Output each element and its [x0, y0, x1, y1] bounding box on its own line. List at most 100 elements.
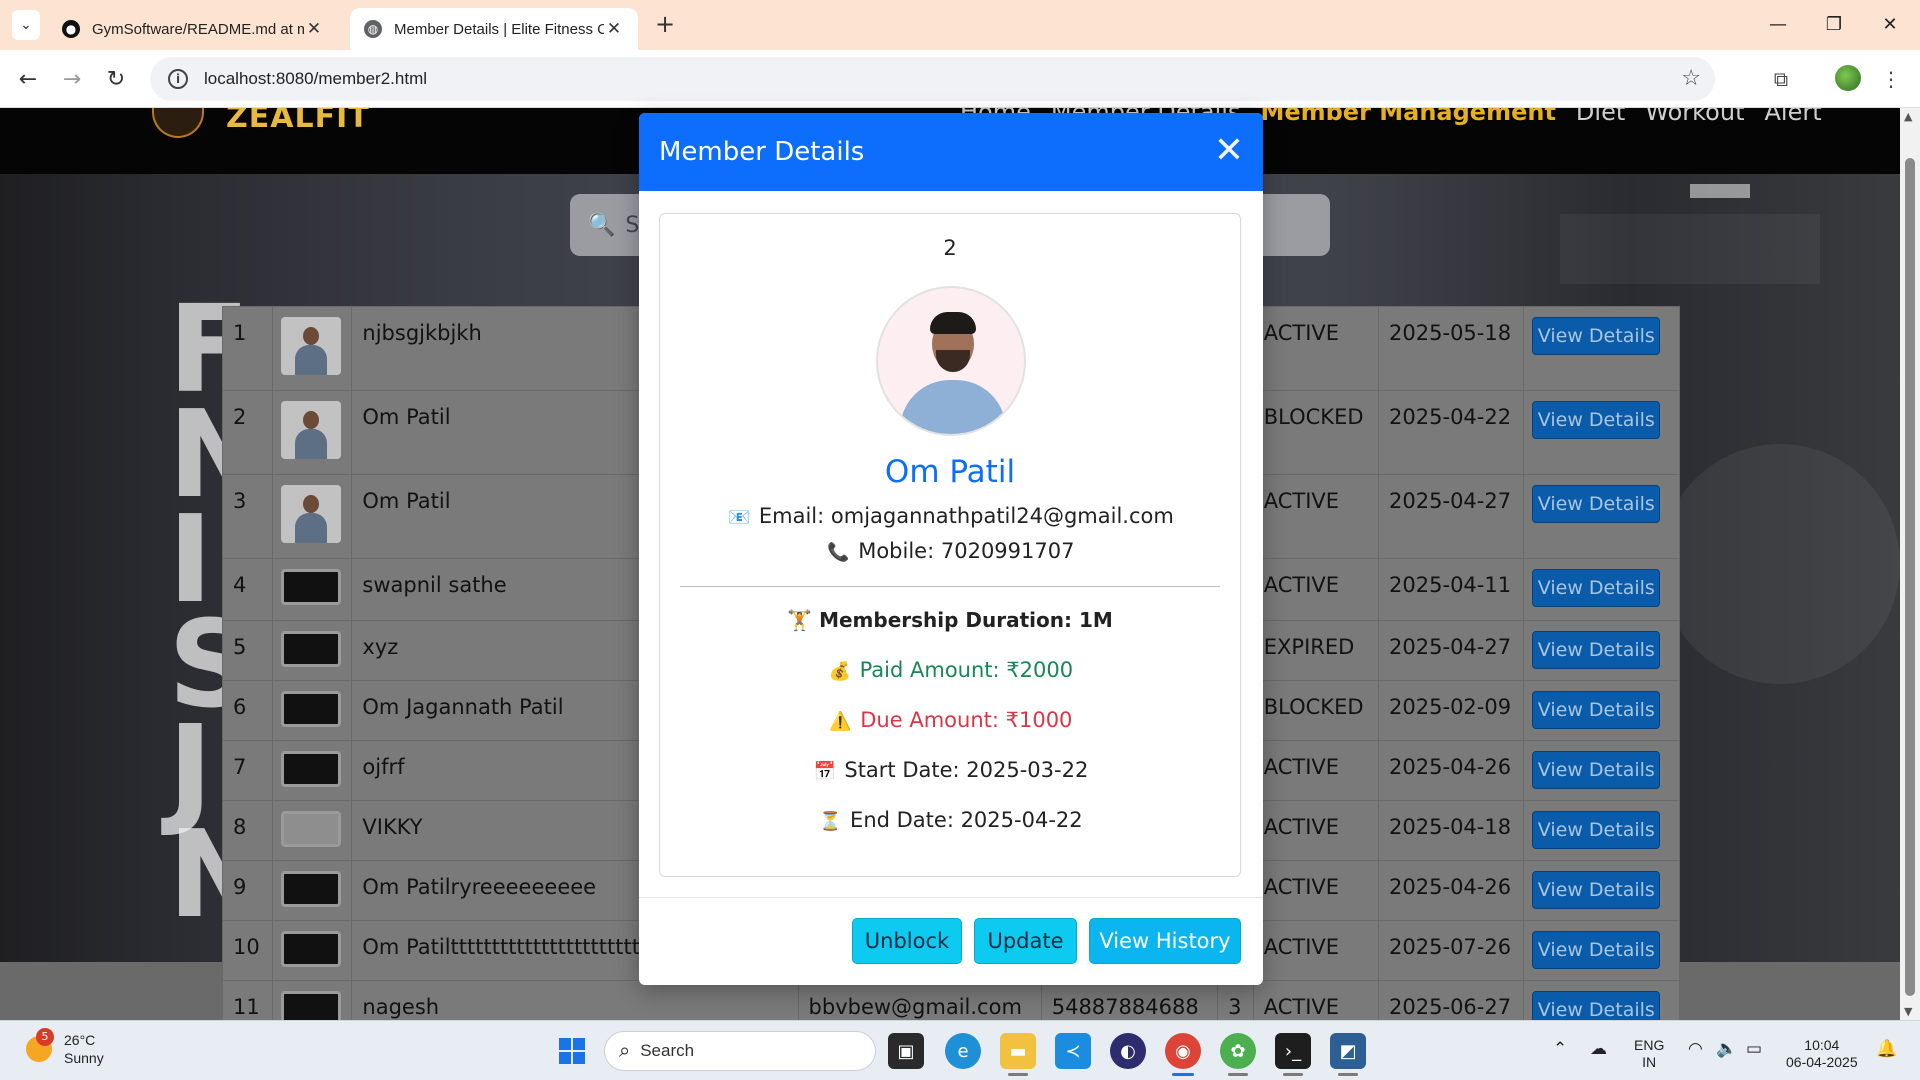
new-tab-button[interactable]: +: [650, 10, 680, 40]
view-details-button[interactable]: View Details: [1532, 871, 1661, 909]
date-cell: 2025-04-26: [1378, 860, 1525, 921]
nav-member-management[interactable]: Member Management: [1260, 108, 1555, 126]
member-thumbnail: [280, 931, 341, 967]
battery-icon[interactable]: ▭: [1746, 1039, 1762, 1059]
windows-start-icon[interactable]: [554, 1033, 590, 1069]
temperature: 26°C: [64, 1032, 96, 1048]
clock[interactable]: 10:04 06-04-2025: [1786, 1037, 1858, 1071]
mobile-text: Mobile: 7020991707: [858, 539, 1075, 563]
extensions-puzzle-icon[interactable]: ⧉: [1766, 64, 1796, 94]
scroll-up-arrow-icon[interactable]: ▲: [1904, 110, 1912, 123]
scrollbar-thumb[interactable]: [1905, 158, 1915, 996]
view-details-button[interactable]: View Details: [1532, 401, 1661, 439]
row-number: 2: [222, 390, 273, 475]
member-thumbnail: [280, 811, 341, 847]
view-details-button[interactable]: View Details: [1532, 811, 1661, 849]
tab-close-icon[interactable]: ✕: [304, 19, 324, 39]
running-indicator: [1228, 1073, 1248, 1076]
eclipse-icon[interactable]: ◐: [1110, 1033, 1146, 1069]
volume-icon[interactable]: 🔈: [1716, 1039, 1737, 1059]
status-cell: ACTIVE: [1252, 558, 1380, 621]
notification-bell-icon[interactable]: 🔔: [1876, 1039, 1897, 1059]
action-cell: View Details: [1523, 800, 1680, 861]
onedrive-icon[interactable]: ☁: [1590, 1039, 1607, 1059]
date-cell: 2025-04-27: [1378, 474, 1525, 559]
page-scrollbar[interactable]: ▲ ▼: [1900, 108, 1920, 1020]
status-cell: BLOCKED: [1252, 680, 1380, 741]
view-details-button[interactable]: View Details: [1532, 317, 1661, 355]
photo-cell: [271, 860, 353, 921]
bookmark-star-icon[interactable]: ☆: [1681, 66, 1701, 91]
nav-alert[interactable]: Alert: [1764, 108, 1821, 126]
edge-browser-icon[interactable]: e: [945, 1033, 981, 1069]
restore-button[interactable]: ❐: [1806, 0, 1862, 48]
chevron-up-icon[interactable]: ⌃: [1553, 1039, 1567, 1059]
view-details-button[interactable]: View Details: [1532, 485, 1661, 523]
forward-arrow-icon[interactable]: →: [56, 63, 88, 95]
action-cell: View Details: [1523, 558, 1680, 621]
profile-avatar[interactable]: [1835, 65, 1861, 91]
search-icon: ⌕: [619, 1039, 631, 1062]
end-text: End Date: 2025-04-22: [850, 808, 1083, 832]
view-details-button[interactable]: View Details: [1532, 691, 1661, 729]
taskbar-search[interactable]: ⌕ Search: [604, 1031, 876, 1071]
phone-icon: 📞: [827, 542, 850, 563]
tab-github-readme[interactable]: ● GymSoftware/README.md at m ✕: [48, 8, 338, 50]
weather-widget[interactable]: 5 26°C Sunny: [26, 1028, 104, 1067]
minimize-button[interactable]: —: [1750, 0, 1806, 48]
nav-diet[interactable]: Diet: [1576, 108, 1625, 126]
row-number: 6: [222, 680, 273, 741]
view-details-button[interactable]: View Details: [1532, 569, 1661, 607]
status-cell: EXPIRED: [1252, 620, 1380, 681]
photo-cell: [271, 800, 353, 861]
task-view-icon[interactable]: ▣: [888, 1033, 924, 1069]
member-photo: [876, 286, 1026, 436]
weather-condition: Sunny: [64, 1050, 104, 1066]
language-indicator[interactable]: ENG IN: [1634, 1037, 1664, 1071]
sun-icon: 5: [26, 1028, 54, 1062]
browser-toolbar: ← → ↻ i localhost:8080/member2.html ☆ ⧉ …: [0, 50, 1920, 108]
chrome-icon[interactable]: ◉: [1165, 1033, 1201, 1069]
action-cell: View Details: [1523, 740, 1680, 801]
view-details-button[interactable]: View Details: [1532, 931, 1661, 969]
status-cell: ACTIVE: [1252, 740, 1380, 801]
more-menu-icon[interactable]: ⋮: [1876, 64, 1906, 94]
chevron-down-icon: ⌄: [20, 17, 32, 33]
update-button[interactable]: Update: [974, 918, 1077, 964]
database-app-icon[interactable]: ◩: [1330, 1033, 1366, 1069]
nav-workout[interactable]: Workout: [1645, 108, 1744, 126]
close-icon[interactable]: ✕: [1211, 133, 1247, 169]
tab-search-button[interactable]: ⌄: [12, 10, 40, 40]
vscode-icon[interactable]: ≺: [1055, 1033, 1091, 1069]
photo-cell: [271, 474, 353, 559]
scroll-down-arrow-icon[interactable]: ▼: [1904, 1005, 1912, 1018]
unblock-button[interactable]: Unblock: [852, 918, 962, 964]
member-details-modal: Member Details ✕ 2 Om Patil 📧 Email: omj…: [639, 113, 1263, 985]
back-arrow-icon[interactable]: ←: [12, 63, 44, 95]
modal-title: Member Details: [659, 137, 865, 167]
green-app-icon[interactable]: ✿: [1220, 1033, 1256, 1069]
status-cell: ACTIVE: [1252, 474, 1380, 559]
terminal-icon[interactable]: ›_: [1275, 1033, 1311, 1069]
active-indicator: [1172, 1073, 1194, 1076]
file-explorer-icon[interactable]: ▬: [1000, 1033, 1036, 1069]
wifi-icon[interactable]: ◠: [1688, 1039, 1703, 1059]
window-close-button[interactable]: ✕: [1862, 0, 1918, 48]
view-details-button[interactable]: View Details: [1532, 991, 1661, 1020]
member-thumbnail: [280, 401, 341, 459]
money-bag-icon: 💰: [828, 661, 852, 682]
address-bar[interactable]: i localhost:8080/member2.html ☆: [150, 57, 1715, 101]
site-logo[interactable]: ZEALFIT: [226, 108, 370, 135]
view-details-button[interactable]: View Details: [1532, 631, 1661, 669]
reload-icon[interactable]: ↻: [100, 63, 132, 95]
running-indicator: [1008, 1073, 1028, 1076]
photo-cell: [271, 740, 353, 801]
action-cell: View Details: [1523, 474, 1680, 559]
view-details-button[interactable]: View Details: [1532, 751, 1661, 789]
member-thumbnail: [280, 485, 341, 543]
tab-member-details[interactable]: ◍ Member Details | Elite Fitness C ✕: [350, 8, 638, 50]
site-info-icon[interactable]: i: [168, 69, 188, 89]
view-history-button[interactable]: View History: [1089, 918, 1241, 964]
tab-close-icon[interactable]: ✕: [604, 19, 624, 39]
member-thumbnail: [280, 691, 341, 727]
